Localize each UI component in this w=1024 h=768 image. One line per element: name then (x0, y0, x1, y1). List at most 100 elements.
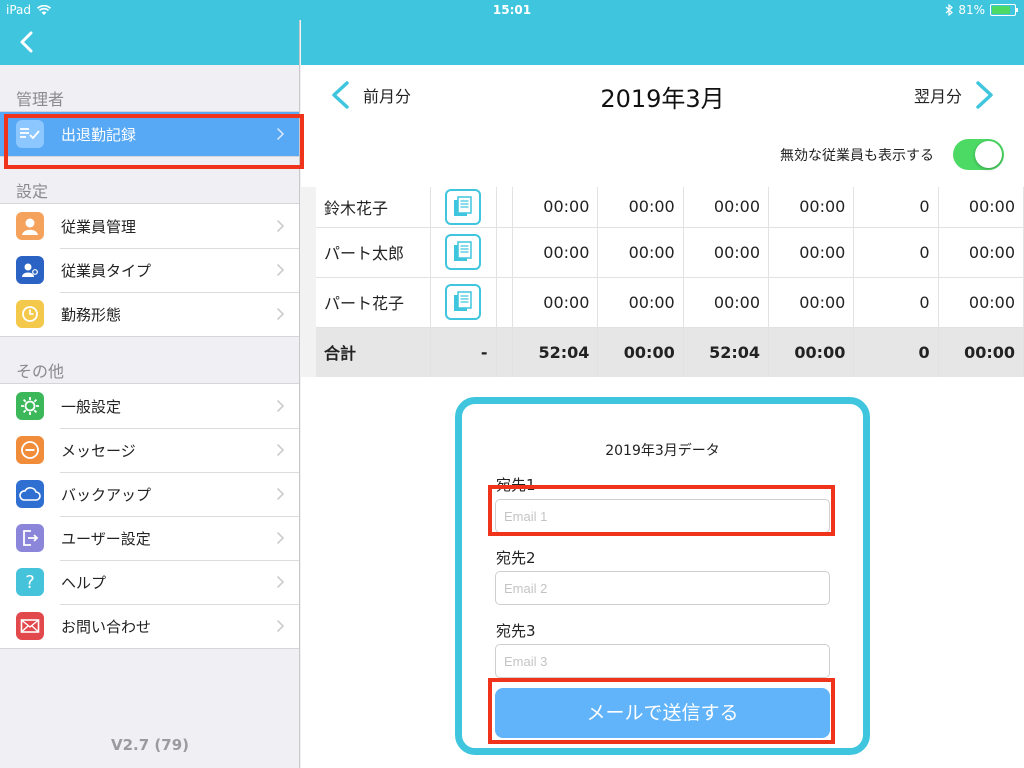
table-row: パート太郎 00:00 00:00 00:00 00:00 0 00:00 (316, 227, 1024, 278)
table-cell: 00:00 (512, 227, 599, 278)
employee-name: 鈴木花子 (316, 187, 432, 228)
document-icon[interactable] (445, 188, 482, 225)
list-check-icon (16, 120, 44, 148)
status-right: 81% (945, 3, 1018, 17)
logout-icon (16, 524, 44, 552)
sidebar-item-work-pattern[interactable]: 勤務形態 (0, 292, 299, 336)
next-month-label: 翌月分 (913, 87, 962, 106)
table-cell: 00:00 (938, 187, 1024, 228)
month-navigation: 前月分 2019年3月 翌月分 (301, 65, 1024, 125)
table-cell: 00:00 (683, 277, 770, 328)
table-cell: 00:00 (512, 277, 599, 328)
total-cell: 00:00 (597, 327, 684, 377)
table-cell: 00:00 (683, 227, 770, 278)
help-icon: ? (16, 568, 44, 596)
chevron-right-icon (276, 127, 285, 141)
email-3-input[interactable] (495, 644, 830, 678)
chevron-right-icon (276, 443, 285, 457)
chevron-right-icon (276, 531, 285, 545)
send-email-button[interactable]: メールで送信する (495, 688, 830, 738)
sidebar-item-label: 従業員タイプ (61, 261, 152, 280)
show-inactive-row: 無効な従業員も表示する (301, 125, 1024, 187)
total-label: 合計 (316, 327, 432, 377)
battery-percent: 81% (958, 3, 985, 17)
sidebar-navbar (0, 20, 299, 65)
sidebar-item-help[interactable]: ? ヘルプ (0, 560, 299, 604)
sidebar: 管理者 出退勤記録 設定 従業員管理 従業員タイプ 勤務形態 その他 一般設定 … (0, 20, 300, 768)
chevron-right-icon (276, 219, 285, 233)
chevron-right-icon (276, 487, 285, 501)
status-time: 15:01 (492, 3, 532, 17)
sidebar-item-label: 出退勤記録 (61, 125, 137, 144)
section-header-admin: 管理者 (16, 90, 65, 109)
sidebar-item-label: ヘルプ (61, 573, 107, 592)
sidebar-item-message[interactable]: メッセージ (0, 428, 299, 472)
sidebar-item-general-settings[interactable]: 一般設定 (0, 384, 299, 428)
show-inactive-toggle[interactable] (953, 139, 1004, 170)
table-cell: 0 (853, 187, 939, 228)
table-cell: 00:00 (768, 277, 855, 328)
status-bar: iPad 15:01 81% (0, 0, 1024, 20)
sidebar-item-label: バックアップ (61, 485, 152, 504)
employee-name: パート花子 (316, 277, 432, 328)
person-type-icon (16, 256, 44, 284)
person-icon (16, 212, 44, 240)
table-cell: 00:00 (768, 227, 855, 278)
employee-name: パート太郎 (316, 227, 432, 278)
sidebar-item-backup[interactable]: バックアップ (0, 472, 299, 516)
total-doc: - (430, 327, 497, 377)
document-icon[interactable] (445, 234, 482, 270)
table-cell: 00:00 (938, 227, 1024, 278)
table-cell: 00:00 (683, 187, 770, 228)
sidebar-item-user-settings[interactable]: ユーザー設定 (0, 516, 299, 560)
total-cell: 52:04 (512, 327, 599, 377)
sidebar-item-attendance[interactable]: 出退勤記録 (0, 112, 299, 156)
sidebar-item-label: メッセージ (61, 441, 136, 460)
section-header-other: その他 (16, 362, 65, 381)
total-cell: 00:00 (938, 327, 1024, 377)
main-navbar (301, 20, 1024, 65)
sidebar-item-contact[interactable]: お問い合わせ (0, 604, 299, 648)
mail-icon (16, 612, 44, 640)
sidebar-item-label: ユーザー設定 (61, 529, 151, 548)
sidebar-item-label: 勤務形態 (61, 305, 122, 324)
email-1-input[interactable] (495, 499, 830, 533)
table-cell: 00:00 (512, 187, 599, 228)
recipient-2-label: 宛先2 (496, 549, 536, 567)
sidebar-item-employee-type[interactable]: 従業員タイプ (0, 248, 299, 292)
app-version: V2.7 (79) (111, 736, 189, 754)
chevron-right-icon (276, 307, 285, 321)
bluetooth-icon (945, 4, 954, 16)
table-cell: 0 (853, 227, 939, 278)
email-export-card: 2019年3月データ 宛先1 宛先2 宛先3 メールで送信する (455, 397, 870, 755)
table-cell: 00:00 (597, 277, 684, 328)
back-arrow-icon[interactable] (14, 28, 42, 56)
card-title: 2019年3月データ (605, 443, 720, 459)
sidebar-item-employee-management[interactable]: 従業員管理 (0, 204, 299, 248)
show-inactive-label: 無効な従業員も表示する (780, 148, 934, 164)
next-month-button[interactable]: 翌月分 (914, 80, 996, 110)
recipient-1-label: 宛先1 (496, 476, 536, 494)
table-cell: 00:00 (597, 227, 684, 278)
message-icon (16, 436, 44, 464)
sidebar-item-label: 一般設定 (61, 397, 122, 416)
chevron-right-icon (976, 81, 993, 109)
total-cell: 52:04 (683, 327, 770, 377)
table-total-row: 合計 - 52:04 00:00 52:04 00:00 0 00:00 (316, 327, 1024, 377)
cloud-icon (16, 480, 44, 508)
menu-group-admin: 出退勤記録 (0, 111, 299, 157)
sidebar-item-label: 従業員管理 (61, 217, 137, 236)
table-row: 鈴木花子 00:00 00:00 00:00 00:00 0 00:00 (316, 187, 1024, 228)
table-cell: 00:00 (597, 187, 684, 228)
email-2-input[interactable] (495, 571, 830, 605)
chevron-right-icon (276, 575, 285, 589)
chevron-right-icon (276, 399, 285, 413)
sidebar-item-label: お問い合わせ (61, 617, 152, 636)
section-header-settings: 設定 (16, 182, 49, 201)
clock-icon (16, 300, 44, 328)
menu-group-settings: 従業員管理 従業員タイプ 勤務形態 (0, 203, 299, 337)
attendance-table[interactable]: 鈴木花子 00:00 00:00 00:00 00:00 0 00:00 パート… (316, 187, 1024, 377)
recipient-3-label: 宛先3 (496, 622, 536, 640)
total-cell: 0 (853, 327, 939, 377)
document-icon[interactable] (445, 284, 482, 320)
